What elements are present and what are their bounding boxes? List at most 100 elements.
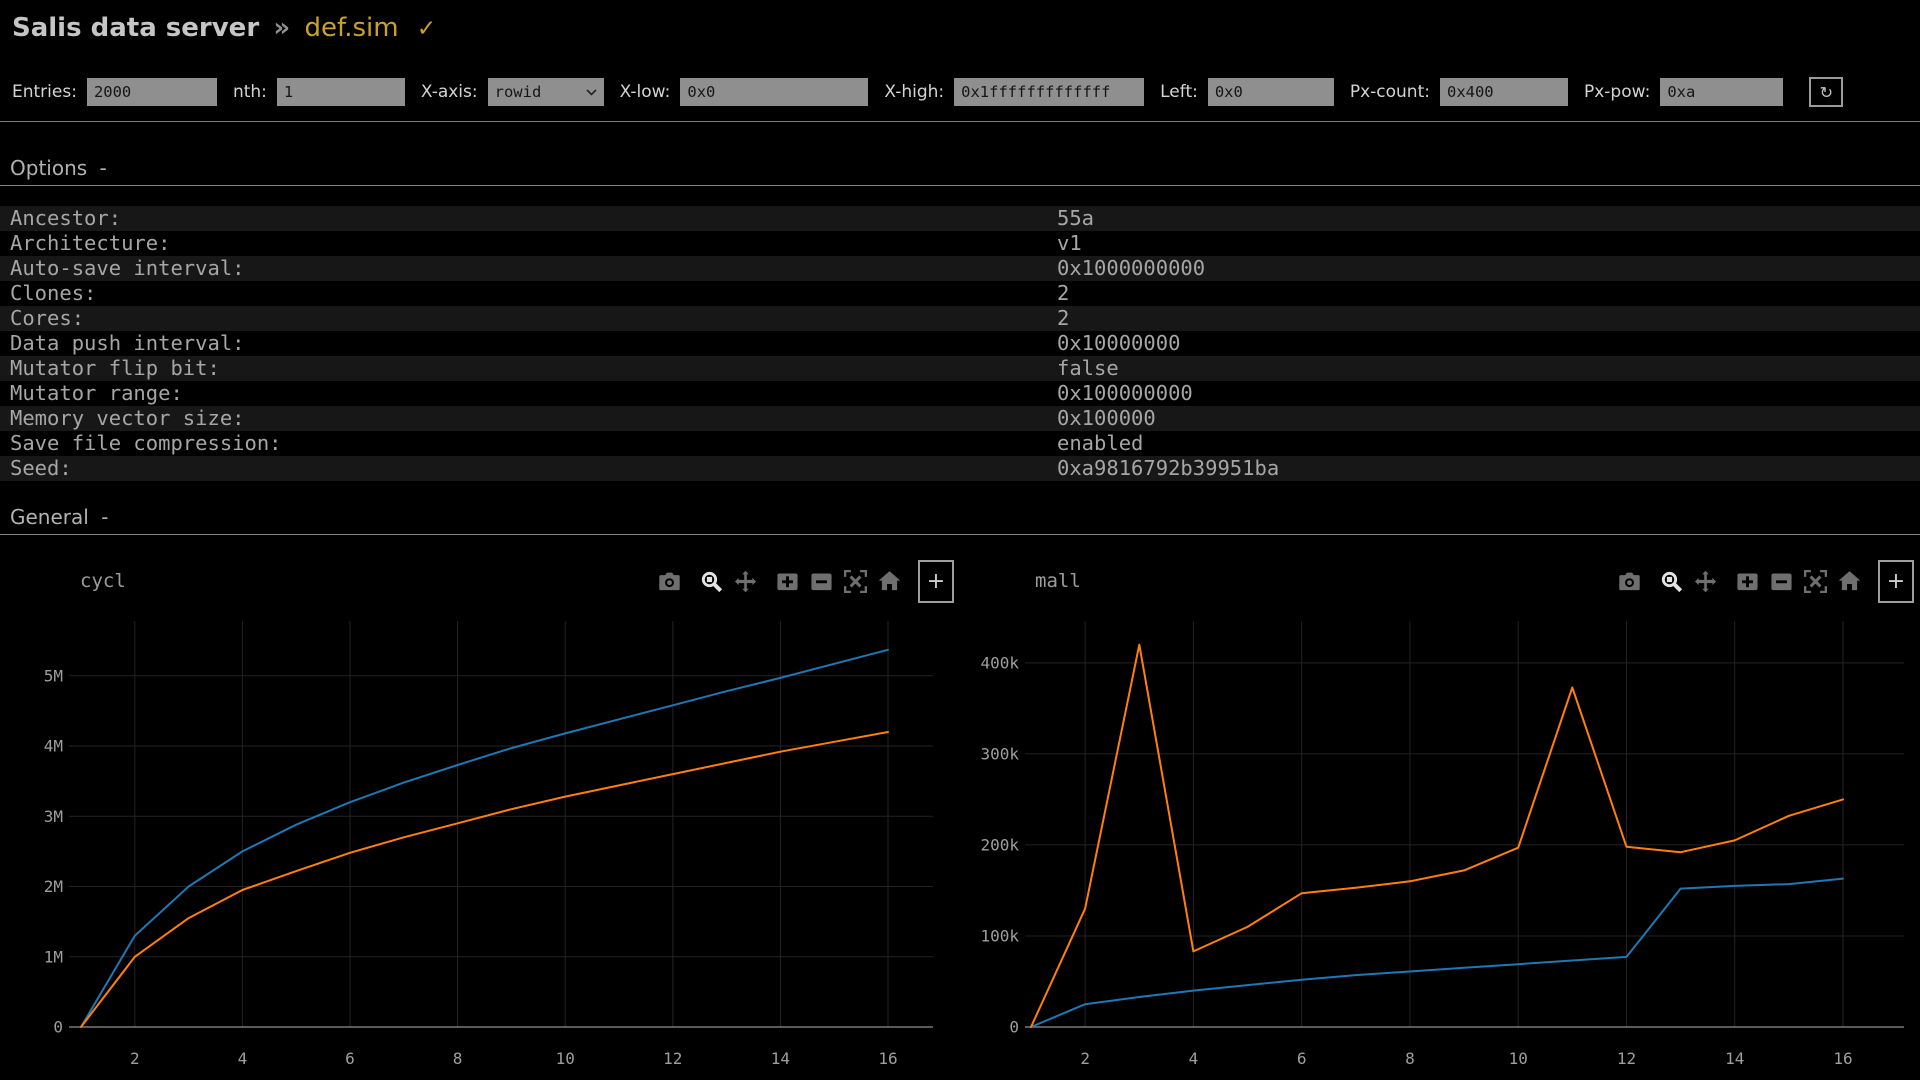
options-section-heading: Options - bbox=[0, 156, 1920, 186]
nth-input[interactable] bbox=[277, 78, 405, 106]
home-icon[interactable] bbox=[878, 570, 901, 593]
toolbar-field-x-low: X-low: bbox=[620, 78, 869, 106]
option-label: Clones: bbox=[0, 281, 1057, 306]
toolbar-field-nth: nth: bbox=[233, 78, 405, 106]
salis-data-server-app: Salis data server » def.sim ✓ Entries:nt… bbox=[0, 0, 1920, 1080]
option-row: Save file compression:enabled bbox=[0, 431, 1920, 456]
chart-panel-cycl: cycl+24681012141601M2M3M4M5M bbox=[0, 556, 960, 1080]
px-count-label: Px-count: bbox=[1350, 82, 1430, 102]
reload-icon: ↻ bbox=[1820, 83, 1833, 102]
x-low-input[interactable] bbox=[680, 78, 868, 106]
option-row: Data push interval:0x10000000 bbox=[0, 331, 1920, 356]
svg-text:6: 6 bbox=[1297, 1049, 1307, 1068]
option-label: Auto-save interval: bbox=[0, 256, 1057, 281]
x-axis-select-wrap: rowid bbox=[488, 78, 604, 106]
camera-icon[interactable] bbox=[1618, 570, 1641, 593]
option-value: 55a bbox=[1057, 206, 1094, 231]
zoom-icon[interactable] bbox=[1660, 570, 1683, 593]
svg-text:14: 14 bbox=[771, 1049, 790, 1068]
option-row: Mutator range:0x100000000 bbox=[0, 381, 1920, 406]
svg-text:4: 4 bbox=[1189, 1049, 1199, 1068]
zoom-in-icon[interactable] bbox=[1736, 570, 1759, 593]
svg-text:3M: 3M bbox=[44, 807, 63, 826]
x-axis-select[interactable]: rowid bbox=[488, 78, 604, 106]
option-label: Ancestor: bbox=[0, 206, 1057, 231]
line-chart-cycl[interactable]: 24681012141601M2M3M4M5M bbox=[0, 611, 960, 1080]
svg-text:100k: 100k bbox=[980, 927, 1019, 946]
series-line-blue bbox=[1031, 879, 1843, 1027]
option-row: Cores:2 bbox=[0, 306, 1920, 331]
option-label: Cores: bbox=[0, 306, 1057, 331]
option-value: 0x1000000000 bbox=[1057, 256, 1205, 281]
general-collapse-toggle[interactable]: - bbox=[95, 505, 108, 529]
nth-label: nth: bbox=[233, 82, 267, 102]
breadcrumb-separator: » bbox=[267, 13, 296, 43]
plotly-modebar: + bbox=[1607, 558, 1914, 604]
zoom-out-icon[interactable] bbox=[1770, 570, 1793, 593]
autoscale-icon[interactable] bbox=[1804, 570, 1827, 593]
svg-text:8: 8 bbox=[453, 1049, 463, 1068]
chart-title: mall bbox=[1035, 570, 1081, 592]
entries-input[interactable] bbox=[87, 78, 217, 106]
autoscale-icon[interactable] bbox=[844, 570, 867, 593]
toolbar-field-x-high: X-high: bbox=[884, 78, 1144, 106]
toolbar-field-entries: Entries: bbox=[12, 78, 217, 106]
breadcrumb-file[interactable]: def.sim bbox=[304, 13, 398, 43]
svg-text:4: 4 bbox=[238, 1049, 248, 1068]
reload-button[interactable]: ↻ bbox=[1809, 77, 1843, 107]
option-value: enabled bbox=[1057, 431, 1143, 456]
px-count-input[interactable] bbox=[1440, 78, 1568, 106]
option-label: Memory vector size: bbox=[0, 406, 1057, 431]
svg-text:12: 12 bbox=[663, 1049, 682, 1068]
option-label: Architecture: bbox=[0, 231, 1057, 256]
zoom-icon[interactable] bbox=[700, 570, 723, 593]
pan-icon[interactable] bbox=[734, 570, 757, 593]
line-chart-mall[interactable]: 2468101214160100k200k300k400k bbox=[960, 611, 1920, 1080]
x-low-label: X-low: bbox=[620, 82, 671, 102]
camera-icon[interactable] bbox=[658, 570, 681, 593]
options-section-title: Options bbox=[10, 156, 87, 180]
svg-text:6: 6 bbox=[345, 1049, 355, 1068]
add-plot-button[interactable]: + bbox=[918, 560, 954, 603]
option-label: Mutator range: bbox=[0, 381, 1057, 406]
toolbar-field-px-pow: Px-pow: bbox=[1584, 78, 1783, 106]
series-line-orange bbox=[81, 732, 888, 1027]
y-axis-tick-labels: 0100k200k300k400k bbox=[980, 653, 1019, 1036]
option-row: Auto-save interval:0x1000000000 bbox=[0, 256, 1920, 281]
zoom-in-icon[interactable] bbox=[776, 570, 799, 593]
svg-text:0: 0 bbox=[1009, 1018, 1019, 1037]
add-plot-button[interactable]: + bbox=[1878, 560, 1914, 603]
svg-text:400k: 400k bbox=[980, 653, 1019, 672]
option-label: Data push interval: bbox=[0, 331, 1057, 356]
entries-label: Entries: bbox=[12, 82, 77, 102]
pan-icon[interactable] bbox=[1694, 570, 1717, 593]
svg-text:1M: 1M bbox=[44, 947, 63, 966]
toolbar-field-left: Left: bbox=[1160, 78, 1334, 106]
option-label: Mutator flip bit: bbox=[0, 356, 1057, 381]
svg-text:14: 14 bbox=[1725, 1049, 1744, 1068]
series-line-blue bbox=[81, 650, 888, 1027]
svg-text:5M: 5M bbox=[44, 666, 63, 685]
option-value: 0x10000000 bbox=[1057, 331, 1180, 356]
option-value: 0x100000 bbox=[1057, 406, 1156, 431]
x-high-input[interactable] bbox=[954, 78, 1144, 106]
left-input[interactable] bbox=[1208, 78, 1334, 106]
app-title: Salis data server bbox=[12, 13, 259, 43]
option-label: Seed: bbox=[0, 456, 1057, 481]
px-pow-input[interactable] bbox=[1660, 78, 1783, 106]
svg-text:10: 10 bbox=[1509, 1049, 1528, 1068]
chart-panel-mall: mall+2468101214160100k200k300k400k bbox=[960, 556, 1920, 1080]
svg-text:2: 2 bbox=[130, 1049, 140, 1068]
option-value: false bbox=[1057, 356, 1119, 381]
zoom-out-icon[interactable] bbox=[810, 570, 833, 593]
svg-text:300k: 300k bbox=[980, 745, 1019, 764]
home-icon[interactable] bbox=[1838, 570, 1861, 593]
option-row: Ancestor:55a bbox=[0, 206, 1920, 231]
svg-text:8: 8 bbox=[1405, 1049, 1415, 1068]
option-row: Clones:2 bbox=[0, 281, 1920, 306]
options-collapse-toggle[interactable]: - bbox=[94, 156, 107, 180]
option-value: 0x100000000 bbox=[1057, 381, 1193, 406]
y-axis-tick-labels: 01M2M3M4M5M bbox=[44, 666, 63, 1036]
option-row: Architecture:v1 bbox=[0, 231, 1920, 256]
general-section-heading: General - bbox=[0, 505, 1920, 535]
